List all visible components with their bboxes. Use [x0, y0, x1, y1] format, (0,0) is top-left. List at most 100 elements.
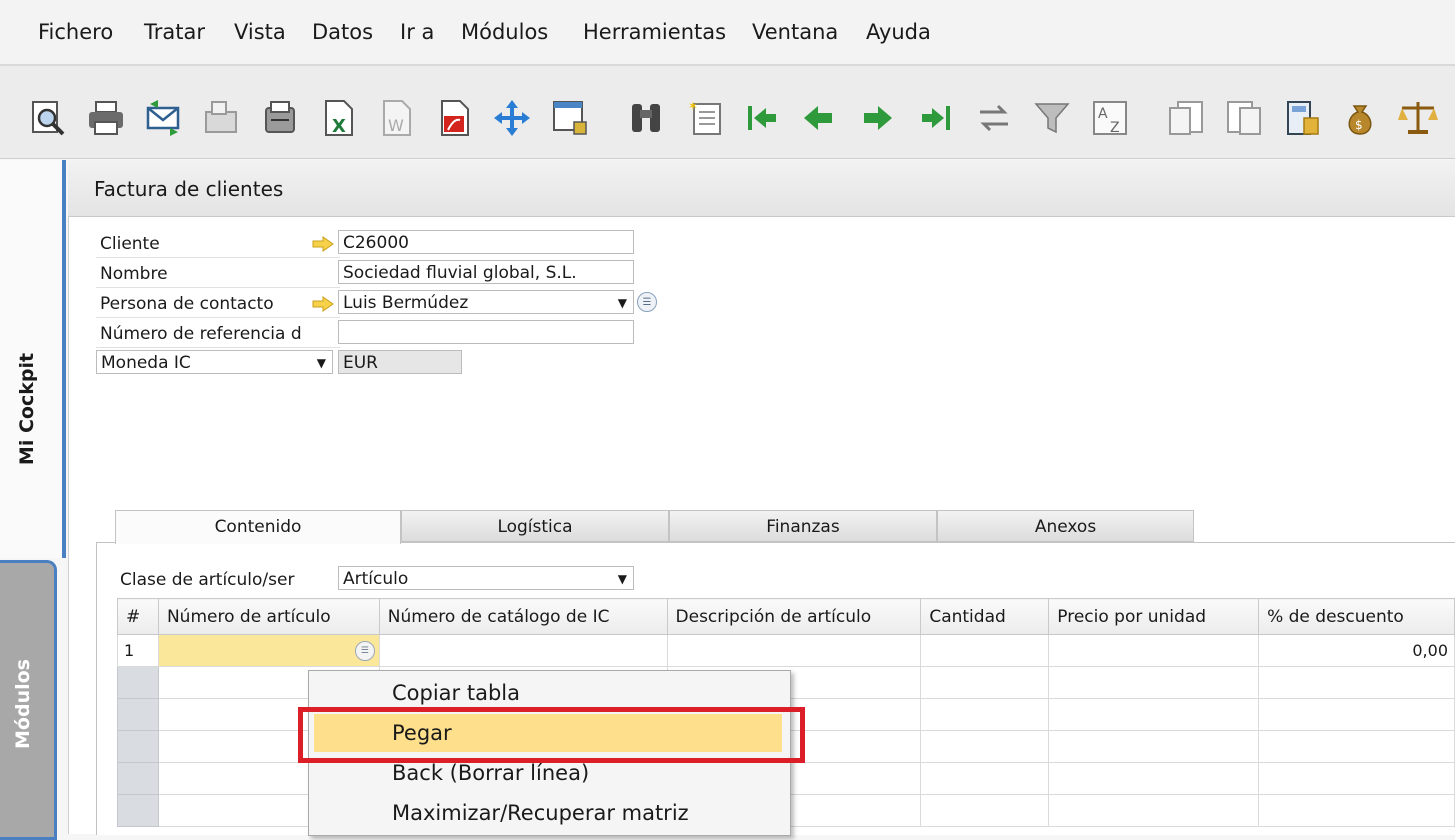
descripcion-cell[interactable]	[666, 634, 922, 667]
column-header-precio[interactable]: Precio por unidad	[1048, 598, 1260, 635]
fax-icon[interactable]	[200, 96, 244, 140]
table-cell[interactable]	[920, 762, 1050, 795]
email-icon[interactable]	[142, 96, 186, 140]
catalogo-cell[interactable]	[378, 634, 668, 667]
svg-text:✶: ✶	[688, 99, 698, 113]
chevron-down-icon: ▼	[617, 572, 627, 586]
cockpit-label: Mi Cockpit	[16, 352, 38, 466]
moneda-value: EUR	[338, 350, 462, 374]
print-icon[interactable]	[84, 96, 128, 140]
nombre-label: Nombre	[96, 261, 340, 288]
sort-icon[interactable]: AZ	[1088, 96, 1132, 140]
list-icon[interactable]: ☰	[354, 641, 375, 661]
row-number[interactable]: 1	[117, 634, 159, 667]
column-header-descripcion[interactable]: Descripción de artículo	[666, 598, 922, 635]
calculator-icon[interactable]	[1280, 96, 1324, 140]
table-cell[interactable]	[920, 666, 1050, 699]
menu-ir-a[interactable]: Ir a	[400, 18, 434, 46]
previous-record-icon[interactable]	[796, 96, 840, 140]
svg-text:W: W	[388, 116, 404, 135]
descuento-cell[interactable]: 0,00	[1258, 634, 1455, 667]
chevron-down-icon: ▼	[316, 356, 326, 370]
printer-icon[interactable]	[258, 96, 302, 140]
referencia-label: Número de referencia d	[96, 321, 340, 348]
menu-herramientas[interactable]: Herramientas	[583, 18, 726, 46]
cantidad-cell[interactable]	[920, 634, 1050, 667]
moneda-dropdown[interactable]: Moneda IC ▼	[96, 350, 333, 374]
clase-value: Artículo	[343, 569, 409, 589]
menu-ventana[interactable]: Ventana	[752, 18, 838, 46]
row-header[interactable]	[117, 730, 159, 763]
excel-icon[interactable]: X	[316, 96, 360, 140]
table-cell[interactable]	[920, 730, 1050, 763]
menu-fichero[interactable]: Fichero	[38, 18, 113, 46]
next-record-icon[interactable]	[856, 96, 900, 140]
chevron-down-icon: ▼	[617, 296, 627, 310]
table-cell[interactable]	[1258, 794, 1455, 827]
menu-bar	[0, 0, 1455, 66]
table-cell[interactable]	[1048, 666, 1260, 699]
column-header-num[interactable]: #	[117, 598, 159, 635]
menu-item-maximizar-matriz[interactable]: Maximizar/Recuperar matriz	[392, 799, 689, 827]
menu-tratar[interactable]: Tratar	[144, 18, 205, 46]
table-cell[interactable]	[1258, 666, 1455, 699]
last-record-icon[interactable]	[914, 96, 958, 140]
row-header[interactable]	[117, 698, 159, 731]
menu-item-borrar-linea[interactable]: Back (Borrar línea)	[392, 759, 589, 787]
refresh-icon[interactable]	[972, 96, 1016, 140]
menu-item-copiar-tabla[interactable]: Copiar tabla	[392, 679, 520, 707]
menu-ayuda[interactable]: Ayuda	[866, 18, 931, 46]
money-bag-icon[interactable]: $	[1338, 96, 1382, 140]
table-cell[interactable]	[920, 698, 1050, 731]
column-header-articulo[interactable]: Número de artículo	[157, 598, 380, 635]
contacto-dropdown[interactable]: Luis Bermúdez ▼	[338, 290, 634, 314]
tab-logistica[interactable]: Logística	[401, 510, 669, 542]
table-cell[interactable]	[1258, 698, 1455, 731]
row-header[interactable]	[117, 794, 159, 827]
cliente-field[interactable]: C26000	[338, 230, 634, 254]
tab-contenido[interactable]: Contenido	[115, 510, 401, 544]
table-cell[interactable]	[1258, 762, 1455, 795]
new-document-icon[interactable]: ✶	[684, 96, 728, 140]
svg-text:$: $	[1355, 118, 1363, 132]
binoculars-icon[interactable]	[624, 96, 668, 140]
precio-cell[interactable]	[1048, 634, 1260, 667]
tab-finanzas[interactable]: Finanzas	[669, 510, 937, 542]
menu-datos[interactable]: Datos	[312, 18, 373, 46]
table-cell[interactable]	[1048, 730, 1260, 763]
nombre-field[interactable]: Sociedad fluvial global, S.L.	[338, 260, 634, 284]
menu-vista[interactable]: Vista	[234, 18, 286, 46]
preview-icon[interactable]	[26, 96, 70, 140]
move-icon[interactable]	[490, 96, 534, 140]
column-header-catalogo[interactable]: Número de catálogo de IC	[378, 598, 668, 635]
table-cell[interactable]	[1048, 794, 1260, 827]
clase-dropdown[interactable]: Artículo ▼	[338, 566, 634, 590]
menu-modulos[interactable]: Módulos	[461, 18, 548, 46]
filter-icon[interactable]	[1030, 96, 1074, 140]
table-row[interactable]: 1 ☰ 0,00	[117, 634, 1455, 667]
row-header[interactable]	[117, 666, 159, 699]
column-header-descuento[interactable]: % de descuento	[1258, 598, 1455, 635]
table-cell[interactable]	[1258, 730, 1455, 763]
table-cell[interactable]	[920, 794, 1050, 827]
word-icon[interactable]: W	[374, 96, 418, 140]
row-header[interactable]	[117, 762, 159, 795]
column-header-cantidad[interactable]: Cantidad	[920, 598, 1050, 635]
balance-icon[interactable]	[1396, 96, 1440, 140]
contacto-link-arrow-icon[interactable]	[312, 296, 334, 312]
table-cell[interactable]	[1048, 762, 1260, 795]
referencia-field[interactable]	[338, 320, 634, 344]
pdf-icon[interactable]	[432, 96, 476, 140]
lock-window-icon[interactable]	[548, 96, 592, 140]
table-cell[interactable]	[1048, 698, 1260, 731]
tab-anexos[interactable]: Anexos	[937, 510, 1194, 542]
base-document-icon[interactable]	[1164, 96, 1208, 140]
articulo-cell[interactable]: ☰	[157, 634, 380, 667]
first-record-icon[interactable]	[740, 96, 784, 140]
target-document-icon[interactable]	[1222, 96, 1266, 140]
window-title: Factura de clientes	[94, 177, 284, 201]
svg-text:A: A	[1098, 106, 1108, 122]
cliente-link-arrow-icon[interactable]	[312, 236, 334, 252]
moneda-label: Moneda IC	[101, 353, 191, 373]
list-icon[interactable]: ☰	[637, 292, 657, 312]
